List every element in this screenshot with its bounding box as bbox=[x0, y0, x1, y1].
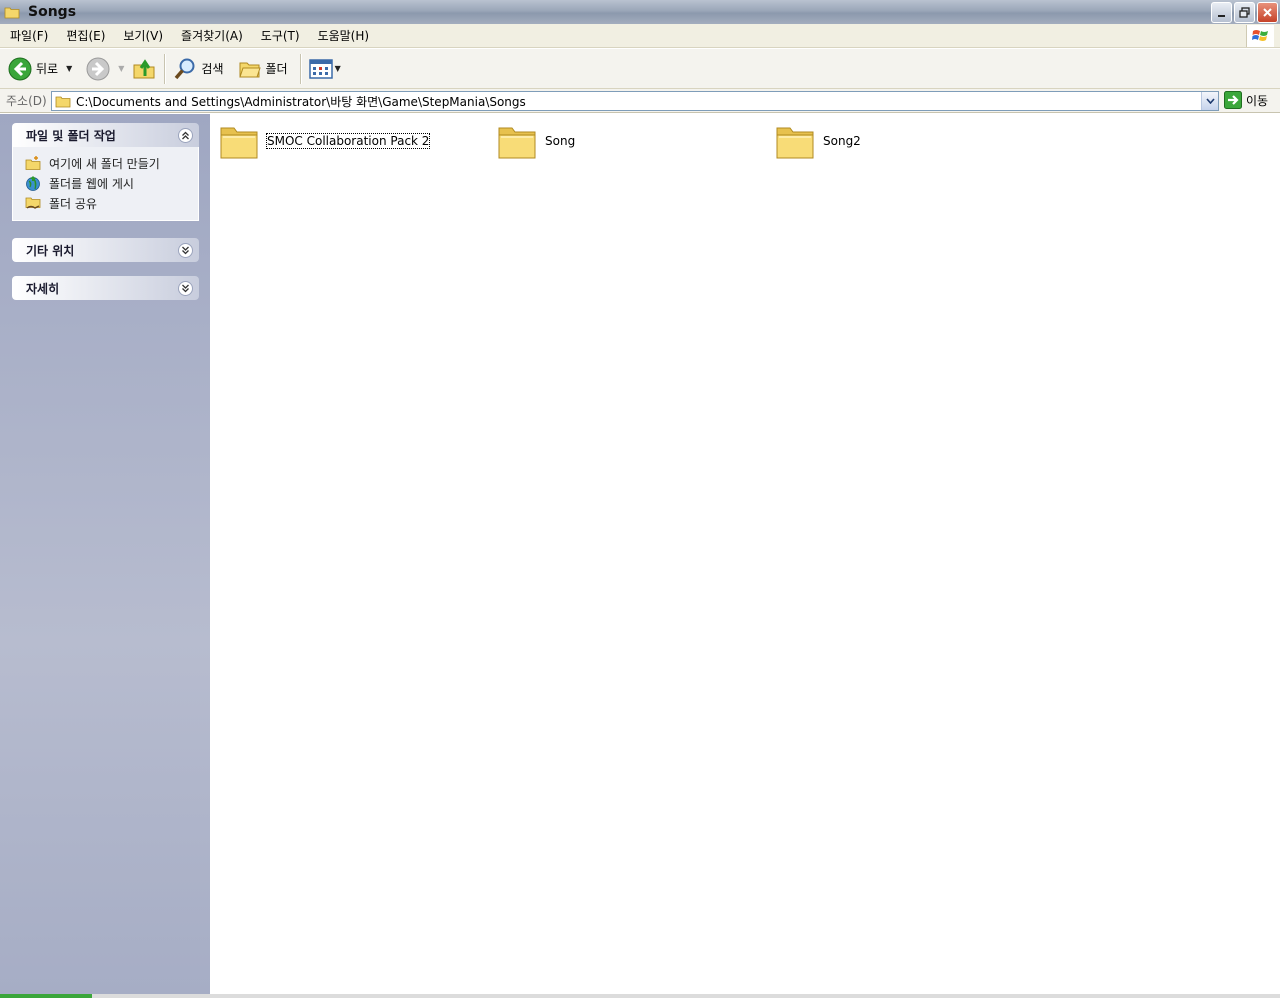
go-label: 이동 bbox=[1246, 93, 1269, 108]
views-icon bbox=[308, 58, 333, 79]
close-button[interactable] bbox=[1257, 2, 1278, 23]
forward-arrow-icon bbox=[86, 57, 110, 80]
expand-icon[interactable] bbox=[178, 280, 193, 296]
folder-item[interactable]: Song bbox=[497, 122, 575, 160]
globe-icon bbox=[26, 176, 40, 191]
other-places-panel: 기타 위치 bbox=[12, 238, 199, 262]
task-publish-web[interactable]: 폴더를 웹에 게시 bbox=[25, 173, 198, 193]
new-folder-icon bbox=[25, 156, 41, 170]
search-button[interactable]: 검색 bbox=[169, 53, 227, 85]
file-folder-tasks-body: 여기에 새 폴더 만들기 폴더를 웹에 게시 폴더 공유 bbox=[12, 147, 199, 221]
close-icon bbox=[1263, 8, 1272, 17]
minimize-button[interactable] bbox=[1211, 2, 1232, 23]
folder-icon bbox=[55, 96, 71, 107]
restore-icon bbox=[1239, 7, 1250, 18]
address-bar: 주소(D) C:\Documents and Settings\Administ… bbox=[0, 89, 1280, 113]
search-icon bbox=[175, 58, 195, 79]
folder-icon bbox=[776, 127, 814, 159]
folder-name: Song bbox=[545, 134, 576, 148]
search-label: 검색 bbox=[201, 62, 224, 76]
panel-title: 파일 및 폴더 작업 bbox=[26, 128, 116, 143]
chevron-down-icon bbox=[1205, 98, 1215, 104]
menu-edit[interactable]: 편집(E) bbox=[56, 27, 113, 44]
folder-item[interactable]: SMOC Collaboration Pack 2 bbox=[219, 122, 431, 160]
windows-flag-icon bbox=[1251, 30, 1268, 41]
panel-title: 기타 위치 bbox=[26, 243, 75, 258]
folder-icon bbox=[220, 127, 258, 159]
expand-icon[interactable] bbox=[178, 242, 193, 258]
menu-view[interactable]: 보기(V) bbox=[113, 27, 171, 44]
folders-label: 폴더 bbox=[265, 62, 288, 76]
details-header[interactable]: 자세히 bbox=[12, 276, 199, 300]
address-input[interactable]: C:\Documents and Settings\Administrator\… bbox=[51, 91, 1219, 111]
views-button[interactable]: ▼ bbox=[305, 53, 345, 85]
other-places-header[interactable]: 기타 위치 bbox=[12, 238, 199, 262]
task-label: 폴더를 웹에 게시 bbox=[49, 176, 134, 191]
windows-logo bbox=[1246, 25, 1274, 47]
up-folder-button[interactable] bbox=[128, 53, 160, 85]
taskbar-edge bbox=[0, 994, 1280, 998]
task-share-folder[interactable]: 폴더 공유 bbox=[25, 193, 198, 213]
chevron-down-icon bbox=[182, 246, 189, 254]
back-button[interactable]: 뒤로 ▼ bbox=[4, 53, 76, 85]
folders-button[interactable]: 폴더 bbox=[234, 53, 292, 85]
folder-icon bbox=[4, 7, 20, 18]
folders-icon bbox=[238, 62, 261, 77]
file-folder-tasks-panel: 파일 및 폴더 작업 여기에 새 폴더 만들기 폴더를 웹에 게시 폴더 공유 bbox=[12, 123, 199, 221]
folder-icon bbox=[498, 127, 536, 159]
go-arrow-icon bbox=[1224, 91, 1242, 109]
go-button[interactable]: 이동 bbox=[1224, 91, 1268, 109]
window-title: Songs bbox=[28, 4, 77, 20]
shared-folder-icon bbox=[25, 197, 41, 209]
title-bar[interactable]: Songs bbox=[0, 0, 1280, 24]
back-dropdown-icon[interactable]: ▼ bbox=[66, 64, 72, 73]
menu-favorites[interactable]: 즐겨찾기(A) bbox=[171, 27, 251, 44]
file-folder-tasks-header[interactable]: 파일 및 폴더 작업 bbox=[12, 123, 199, 147]
forward-button[interactable]: ▼ bbox=[82, 53, 128, 85]
toolbar-separator bbox=[299, 53, 301, 84]
task-pane: 파일 및 폴더 작업 여기에 새 폴더 만들기 폴더를 웹에 게시 폴더 공유 … bbox=[0, 114, 210, 994]
views-dropdown-icon[interactable]: ▼ bbox=[335, 64, 341, 73]
chevron-up-icon bbox=[182, 131, 189, 139]
menu-bar: 파일(F) 편집(E) 보기(V) 즐겨찾기(A) 도구(T) 도움말(H) bbox=[0, 24, 1280, 48]
file-list-view[interactable]: SMOC Collaboration Pack 2 Song Song2 bbox=[210, 114, 1280, 994]
menu-file[interactable]: 파일(F) bbox=[0, 27, 56, 44]
menu-help[interactable]: 도움말(H) bbox=[308, 27, 378, 44]
address-dropdown-button[interactable] bbox=[1201, 92, 1218, 110]
restore-button[interactable] bbox=[1234, 2, 1255, 23]
start-button-edge[interactable] bbox=[0, 994, 92, 998]
standard-toolbar: 뒤로 ▼ ▼ 검색 폴더 ▼ bbox=[0, 49, 1280, 89]
task-label: 폴더 공유 bbox=[49, 196, 97, 211]
folder-item[interactable]: Song2 bbox=[775, 122, 861, 160]
window-controls bbox=[1211, 2, 1278, 23]
back-label: 뒤로 bbox=[36, 62, 59, 76]
task-new-folder[interactable]: 여기에 새 폴더 만들기 bbox=[25, 153, 198, 173]
details-panel: 자세히 bbox=[12, 276, 199, 300]
toolbar-separator bbox=[164, 53, 166, 84]
collapse-icon[interactable] bbox=[178, 127, 193, 143]
address-path: C:\Documents and Settings\Administrator\… bbox=[76, 94, 526, 109]
address-label: 주소(D) bbox=[6, 94, 47, 108]
minimize-icon bbox=[1217, 14, 1225, 17]
folder-up-icon bbox=[133, 58, 155, 78]
panel-title: 자세히 bbox=[26, 281, 60, 296]
folder-name: Song2 bbox=[823, 134, 861, 148]
folder-name: SMOC Collaboration Pack 2 bbox=[265, 133, 431, 149]
back-arrow-icon bbox=[8, 57, 32, 80]
forward-dropdown-icon[interactable]: ▼ bbox=[118, 64, 124, 73]
chevron-down-icon bbox=[182, 284, 189, 292]
menu-tools[interactable]: 도구(T) bbox=[251, 27, 308, 44]
task-label: 여기에 새 폴더 만들기 bbox=[49, 156, 160, 171]
